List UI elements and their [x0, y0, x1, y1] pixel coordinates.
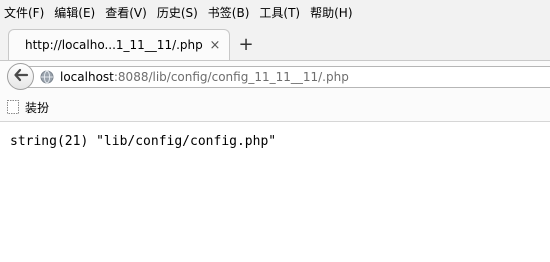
navigation-bar: localhost:8088/lib/config/config_11_11__…: [0, 60, 550, 93]
menu-view[interactable]: 查看(V): [105, 4, 147, 21]
new-tab-button[interactable]: +: [236, 34, 256, 55]
menu-history[interactable]: 历史(S): [157, 4, 198, 21]
bookmark-page-icon: [7, 100, 19, 114]
url-text[interactable]: localhost:8088/lib/config/config_11_11__…: [60, 70, 349, 84]
page-content: string(21) "lib/config/config.php": [0, 122, 550, 262]
tab-title: http://localho...1_11__11/.php: [25, 38, 203, 52]
menu-tools[interactable]: 工具(T): [259, 4, 300, 21]
browser-window: 文件(F) 编辑(E) 查看(V) 历史(S) 书签(B) 工具(T) 帮助(H…: [0, 0, 550, 262]
address-bar[interactable]: localhost:8088/lib/config/config_11_11__…: [27, 66, 550, 88]
menu-edit[interactable]: 编辑(E): [54, 4, 95, 21]
globe-icon: [40, 70, 54, 84]
menu-bar: 文件(F) 编辑(E) 查看(V) 历史(S) 书签(B) 工具(T) 帮助(H…: [0, 0, 550, 24]
tab-active[interactable]: http://localho...1_11__11/.php ×: [8, 29, 230, 60]
menu-file[interactable]: 文件(F): [4, 4, 44, 21]
close-icon[interactable]: ×: [207, 37, 223, 53]
page-output-text: string(21) "lib/config/config.php": [10, 134, 277, 149]
menu-bookmarks[interactable]: 书签(B): [208, 4, 250, 21]
bookmarks-toolbar: 装扮: [0, 93, 550, 122]
menu-help[interactable]: 帮助(H): [310, 4, 352, 21]
back-arrow-icon: [13, 67, 29, 87]
url-path: :8088/lib/config/config_11_11__11/.php: [113, 70, 349, 84]
bookmark-item[interactable]: 装扮: [25, 99, 49, 116]
tab-strip: http://localho...1_11__11/.php × +: [0, 24, 550, 60]
url-host: localhost: [60, 70, 114, 84]
back-button[interactable]: [7, 63, 34, 90]
